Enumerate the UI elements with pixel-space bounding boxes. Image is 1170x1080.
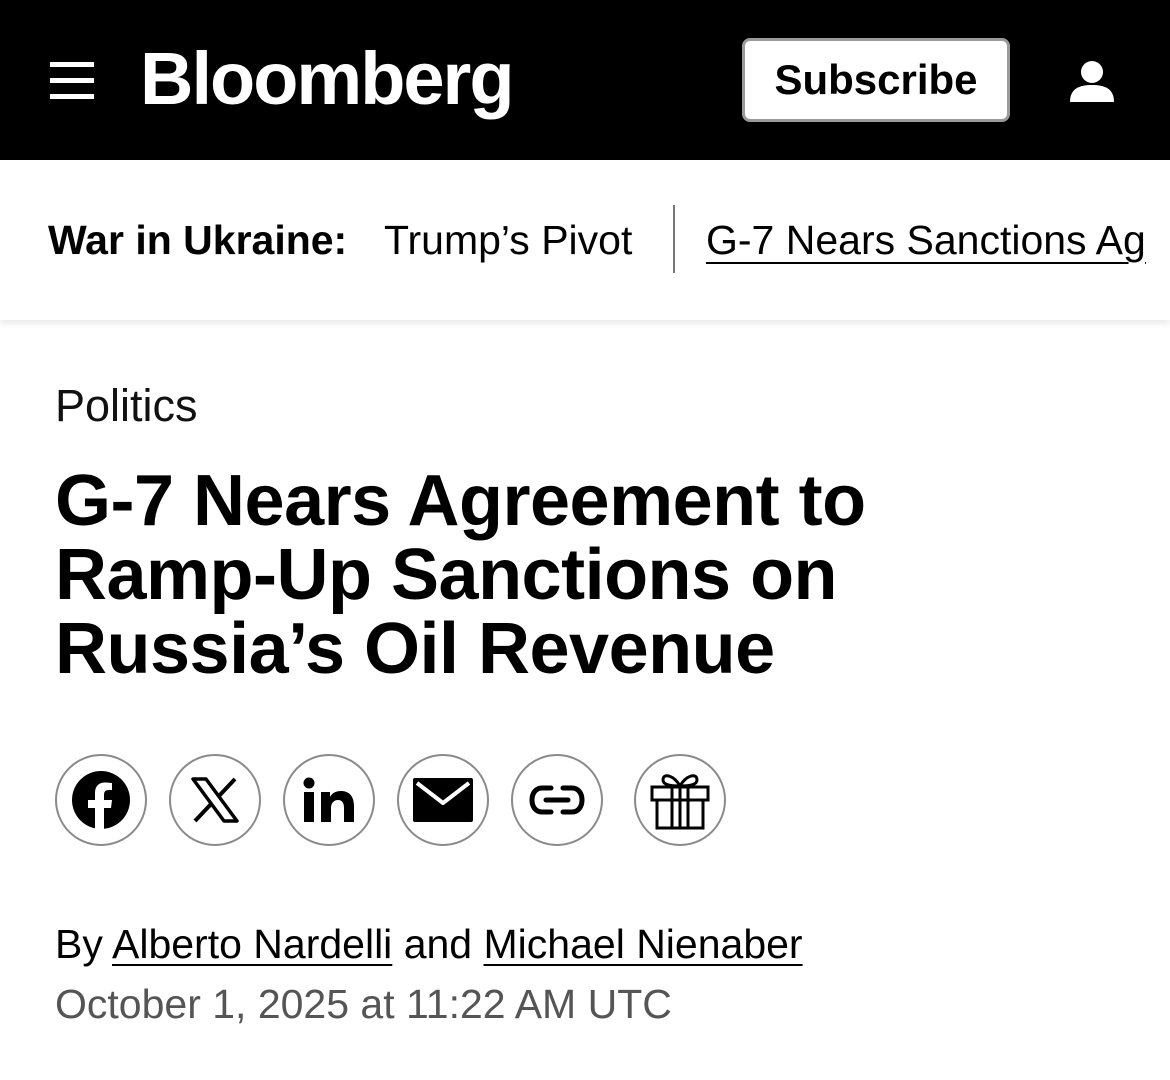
byline: By Alberto Nardelli and Michael Nienaber: [55, 918, 803, 970]
link-icon: [529, 785, 585, 815]
byline-joiner: and: [403, 921, 473, 967]
user-account-icon[interactable]: [1068, 58, 1116, 106]
author-link-michael-nienaber[interactable]: Michael Nienaber: [484, 921, 803, 967]
section-label[interactable]: Politics: [55, 378, 198, 434]
topic-bar-scroller: War in Ukraine: Trump’s Pivot G-7 Nears …: [0, 160, 1170, 318]
share-email-button[interactable]: [397, 754, 489, 846]
article-headline: G-7 Nears Agreement to Ramp-Up Sanctions…: [55, 461, 866, 689]
top-navigation-bar: Bloomberg Subscribe: [0, 0, 1170, 160]
author-link-alberto-nardelli[interactable]: Alberto Nardelli: [112, 921, 392, 967]
bloomberg-logo[interactable]: Bloomberg: [140, 34, 515, 124]
gift-icon: [650, 774, 710, 830]
byline-prefix: By: [55, 921, 103, 967]
linkedin-icon: [303, 777, 354, 822]
facebook-icon: [72, 771, 130, 830]
gift-article-button[interactable]: [634, 754, 726, 846]
topic-link-g7-sanctions[interactable]: G-7 Nears Sanctions Ag: [706, 214, 1146, 266]
topic-link-trumps-pivot[interactable]: Trump’s Pivot: [384, 214, 632, 266]
x-icon: [191, 777, 239, 823]
publish-timestamp: October 1, 2025 at 11:22 AM UTC: [55, 981, 672, 1027]
email-icon: [413, 778, 473, 822]
copy-link-button[interactable]: [511, 754, 603, 846]
share-x-button[interactable]: [169, 754, 261, 846]
hamburger-menu-icon[interactable]: [50, 62, 94, 100]
subscribe-button[interactable]: Subscribe: [742, 38, 1010, 122]
topic-divider: [673, 205, 675, 273]
topic-label: War in Ukraine:: [48, 217, 348, 263]
share-linkedin-button[interactable]: [283, 754, 375, 846]
share-facebook-button[interactable]: [55, 754, 147, 846]
